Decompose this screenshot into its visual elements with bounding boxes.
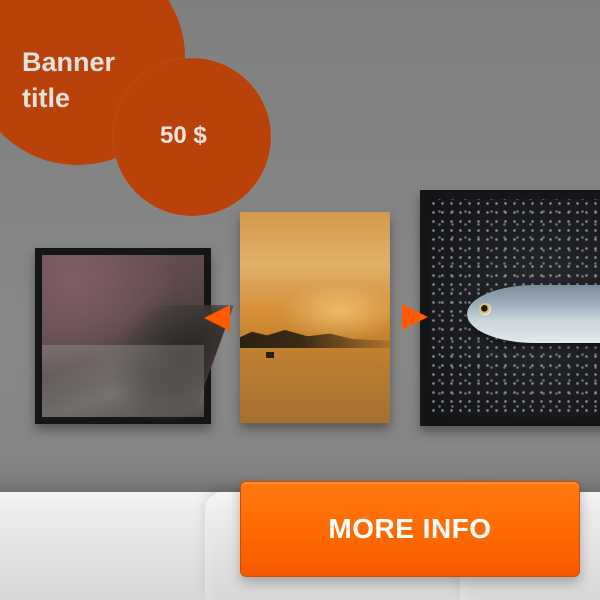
beach-rock [266, 352, 274, 358]
canvas-middle[interactable] [240, 212, 390, 423]
sun-haze [280, 282, 390, 342]
banner-title: Banner title [22, 47, 116, 113]
triangle-right-icon[interactable] [402, 304, 428, 330]
misty-shore-image [42, 255, 234, 425]
price-label: 50 $ [160, 122, 207, 149]
mist-overlay [42, 345, 204, 417]
more-info-button[interactable]: MORE INFO [240, 481, 580, 577]
banner-scene: Banner title 50 $ MORE INFO [0, 0, 600, 600]
fish-on-salt-image [429, 199, 600, 417]
frame-right[interactable] [420, 190, 600, 426]
fish-eye [479, 303, 491, 315]
more-info-label: MORE INFO [328, 513, 492, 544]
triangle-left-icon[interactable] [204, 305, 230, 331]
frame-left[interactable] [35, 248, 234, 425]
